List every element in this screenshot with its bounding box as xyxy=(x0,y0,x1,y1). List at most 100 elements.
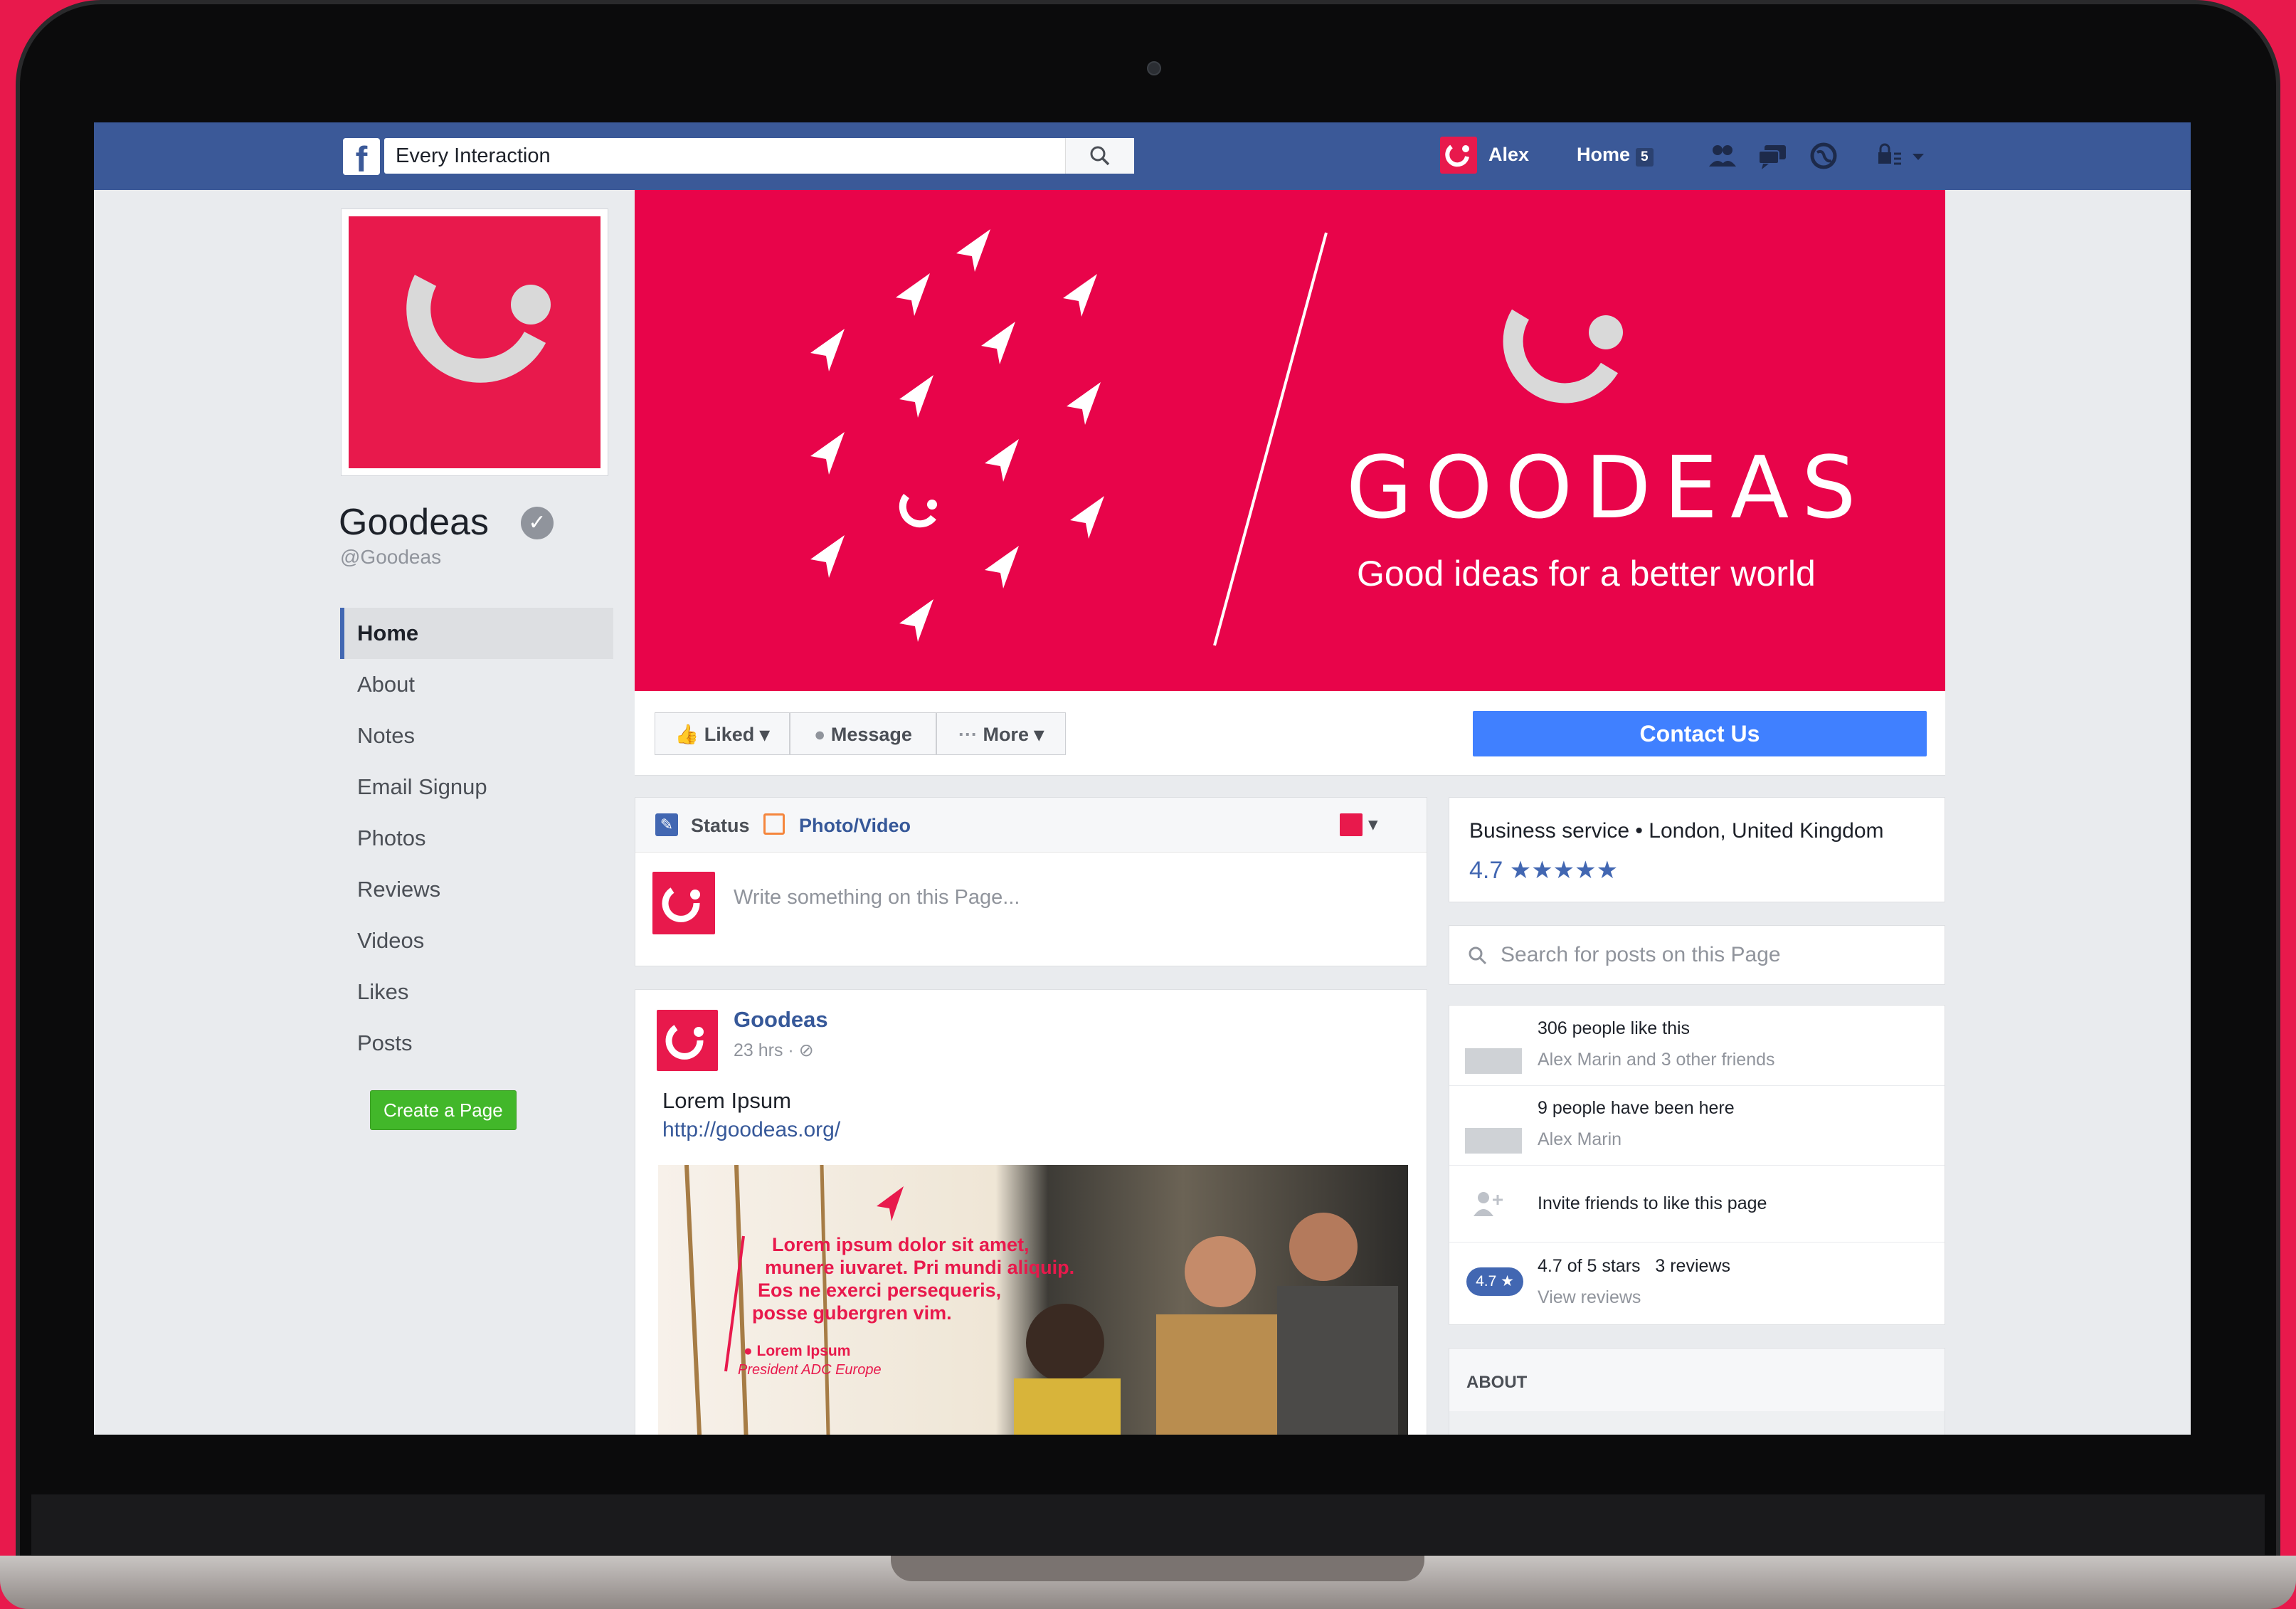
search-box[interactable]: Every Interaction xyxy=(384,138,1134,174)
page-title: Goodeas xyxy=(339,502,490,543)
visits-row[interactable]: 9 people have been here Alex Marin xyxy=(1449,1085,1945,1166)
business-category: Business service • London, United Kingdo… xyxy=(1469,819,1884,843)
privacy-icon[interactable] xyxy=(1873,138,1930,174)
about-heading: ABOUT xyxy=(1466,1373,1528,1392)
pencil-icon: ✎ xyxy=(655,813,678,836)
goodeas-logo-icon xyxy=(665,1025,704,1060)
user-avatar[interactable] xyxy=(1440,137,1477,174)
tab-status[interactable]: Status xyxy=(691,815,750,837)
chevron-down-icon xyxy=(1913,154,1924,160)
globe-icon[interactable] xyxy=(1806,138,1841,174)
post-timestamp[interactable]: 23 hrs · ⊘ xyxy=(734,1040,814,1061)
top-navigation-bar: f Every Interaction Alex Home 5 xyxy=(94,122,2191,190)
image-author-name: Lorem Ipsum xyxy=(756,1343,851,1359)
cover-photo[interactable]: GOODEAS Good ideas for a better world xyxy=(635,190,1945,691)
profile-picture[interactable] xyxy=(342,209,608,475)
chevron-down-icon[interactable]: ▾ xyxy=(1368,813,1378,835)
invite-friends-link[interactable]: Invite friends to like this page xyxy=(1538,1193,1767,1214)
view-reviews-link[interactable]: View reviews xyxy=(1538,1287,1641,1308)
image-quote-line-2: munere iuvaret. Pri mundi aliquip. xyxy=(765,1257,1075,1278)
nav-item-notes[interactable]: Notes xyxy=(340,710,613,761)
reviews-row[interactable]: 4.7 ★ 4.7 of 5 stars 3 reviews View revi… xyxy=(1449,1242,1945,1324)
liked-label: Liked xyxy=(704,724,755,745)
composer-input[interactable]: Write something on this Page... xyxy=(734,886,1020,909)
nav-item-posts[interactable]: Posts xyxy=(340,1018,613,1069)
star-rating-icon: ★★★★★ xyxy=(1509,857,1619,884)
post-as-avatar[interactable] xyxy=(1340,813,1363,836)
likes-row[interactable]: 306 people like this Alex Marin and 3 ot… xyxy=(1449,1006,1945,1086)
search-button[interactable] xyxy=(1065,138,1134,174)
facebook-logo[interactable]: f xyxy=(343,138,380,175)
invite-row[interactable]: Invite friends to like this page xyxy=(1449,1165,1945,1243)
message-button[interactable]: ● Message xyxy=(790,712,936,755)
nav-item-videos[interactable]: Videos xyxy=(340,915,613,966)
profile-picture-image xyxy=(349,216,601,468)
thumbs-up-icon: 👍 xyxy=(674,724,699,745)
tab-photo-video[interactable]: Photo/Video xyxy=(799,815,911,837)
image-quote-line-1: Lorem ipsum dolor sit amet, xyxy=(772,1234,1030,1255)
more-label: More xyxy=(983,724,1029,745)
create-page-button[interactable]: Create a Page xyxy=(370,1090,517,1130)
rating-badge: 4.7 ★ xyxy=(1466,1267,1523,1296)
visits-count: 9 people have been here xyxy=(1538,1098,1735,1118)
business-rating[interactable]: 4.7 ★★★★★ xyxy=(1469,856,1618,885)
contact-us-button[interactable]: Contact Us xyxy=(1473,711,1927,756)
search-icon xyxy=(1090,146,1110,166)
webcam xyxy=(1147,61,1161,75)
home-label: Home xyxy=(1577,144,1631,165)
nav-item-email-signup[interactable]: Email Signup xyxy=(340,761,613,813)
nav-item-reviews[interactable]: Reviews xyxy=(340,864,613,915)
nav-item-about[interactable]: About xyxy=(340,659,613,710)
goodeas-logo-icon xyxy=(1445,144,1469,167)
post-author[interactable]: Goodeas xyxy=(734,1007,828,1033)
post-time-text: 23 hrs · xyxy=(734,1040,799,1060)
location-map[interactable] xyxy=(1449,1411,1945,1435)
more-button[interactable]: ··· More ▾ xyxy=(936,712,1066,755)
ellipsis-icon: ··· xyxy=(958,724,978,745)
page-post-search[interactable]: Search for posts on this Page xyxy=(1449,925,1945,985)
search-input[interactable]: Every Interaction xyxy=(396,144,551,168)
cover-divider xyxy=(1213,232,1328,646)
friend-thumbnail xyxy=(1465,1017,1522,1074)
likes-count: 306 people like this xyxy=(1538,1018,1691,1038)
page-action-bar: 👍 Liked ▾ ● Message ··· More ▾ Contact U… xyxy=(635,691,1945,776)
friends-icon[interactable] xyxy=(1705,138,1740,174)
nav-item-home[interactable]: Home xyxy=(340,608,613,659)
page-navigation: Home About Notes Email Signup Photos Rev… xyxy=(340,608,613,1069)
post-link[interactable]: http://goodeas.org/ xyxy=(662,1118,840,1142)
post-avatar[interactable] xyxy=(657,1010,718,1071)
verified-badge-icon: ✓ xyxy=(521,507,554,539)
laptop-bezel xyxy=(31,1494,2265,1555)
messages-icon[interactable] xyxy=(1755,138,1790,174)
goodeas-logo-icon xyxy=(662,887,700,922)
about-card: ABOUT xyxy=(1449,1348,1945,1435)
laptop-notch xyxy=(891,1556,1424,1581)
user-name-link[interactable]: Alex xyxy=(1488,144,1529,166)
liked-button[interactable]: 👍 Liked ▾ xyxy=(655,712,790,755)
friend-thumbnail xyxy=(1465,1097,1522,1154)
composer-tabs: ✎ Status Photo/Video ▾ xyxy=(635,798,1427,853)
cover-wordmark: GOODEAS xyxy=(1346,439,1869,538)
page-search-input[interactable]: Search for posts on this Page xyxy=(1501,943,1781,967)
image-quote-line-3: Eos ne exerci persequeris, xyxy=(758,1280,1002,1301)
composer-avatar xyxy=(652,872,715,934)
paper-plane-icons xyxy=(810,229,1104,642)
community-card: 306 people like this Alex Marin and 3 ot… xyxy=(1449,1005,1945,1325)
paper-plane-icon xyxy=(877,1186,904,1221)
post-card: Goodeas 23 hrs · ⊘ Lorem Ipsum http://go… xyxy=(635,989,1427,1435)
post-text: Lorem Ipsum xyxy=(662,1088,791,1113)
photo-icon xyxy=(763,813,785,835)
nav-item-likes[interactable]: Likes xyxy=(340,966,613,1018)
reviews-summary: 4.7 of 5 stars 3 reviews xyxy=(1538,1256,1730,1277)
post-composer: ✎ Status Photo/Video ▾ Write something o… xyxy=(635,797,1427,966)
home-link[interactable]: Home 5 xyxy=(1577,144,1654,167)
message-label: Message xyxy=(830,724,912,745)
goodeas-logo-icon xyxy=(406,275,551,383)
nav-item-photos[interactable]: Photos xyxy=(340,813,613,864)
post-image[interactable]: Lorem ipsum dolor sit amet, munere iuvar… xyxy=(658,1165,1408,1435)
rating-value: 4.7 xyxy=(1469,857,1503,884)
reviews-stars-text: 4.7 of 5 stars xyxy=(1538,1256,1641,1276)
visits-friend: Alex Marin xyxy=(1538,1129,1622,1149)
cover-tagline: Good ideas for a better world xyxy=(1357,554,1816,594)
globe-small-icon: ⊘ xyxy=(798,1040,814,1060)
